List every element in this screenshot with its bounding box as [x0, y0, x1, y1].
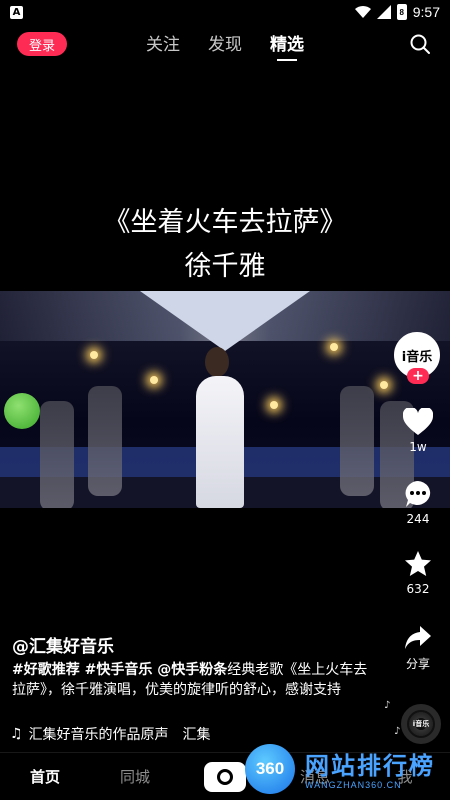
- status-time: 9:57: [412, 4, 440, 20]
- battery-icon: 8: [396, 4, 407, 20]
- tab-follow[interactable]: 关注: [146, 30, 180, 61]
- music-row[interactable]: ♫ 汇集好音乐的作品原声 汇集: [10, 724, 211, 744]
- backup-dancer: [88, 386, 122, 496]
- comment-icon: [405, 481, 431, 507]
- share-label: 分享: [405, 657, 430, 671]
- music-disc[interactable]: i音乐: [401, 704, 441, 744]
- notification-icon: A: [10, 5, 23, 19]
- video-subtitle: 徐千雅: [184, 251, 266, 282]
- top-nav: 登录 关注 发现 精选: [0, 24, 450, 64]
- search-icon[interactable]: [408, 32, 432, 56]
- stage-light: [140, 291, 310, 351]
- tab-featured[interactable]: 精选: [270, 30, 304, 61]
- feed-tabs: 关注 发现 精选: [0, 30, 450, 61]
- video-player[interactable]: [0, 291, 450, 508]
- music-title: 汇集好音乐的作品原声 汇集: [28, 727, 211, 743]
- camera-button[interactable]: [204, 761, 246, 792]
- comment-button[interactable]: 244: [386, 480, 450, 526]
- stage-spotlight: [90, 351, 98, 359]
- backup-dancer: [340, 386, 374, 496]
- backup-dancer: [40, 401, 74, 508]
- watermark-site-url: WANGZHAN360.CN: [305, 780, 402, 790]
- follow-button[interactable]: +: [407, 368, 429, 384]
- comment-count: 244: [406, 512, 430, 526]
- signal-icon: [376, 5, 391, 19]
- watermark-logo: 360: [245, 744, 295, 794]
- star-icon: [405, 551, 431, 576]
- nav-nearby[interactable]: 同城: [90, 766, 180, 787]
- video-title: 《坐着火车去拉萨》: [103, 207, 347, 238]
- floating-note-icon: ♪: [394, 726, 401, 737]
- stage-spotlight: [150, 376, 158, 384]
- post-description: #好歌推荐 #快手音乐 @快手粉条经典老歌《坐上火车去拉萨》，徐千雅演唱，优美的…: [12, 660, 372, 700]
- watermark-site-name: 网站排行榜: [305, 752, 435, 780]
- floating-note-icon: ♪: [384, 700, 391, 711]
- camera-icon: [217, 768, 233, 785]
- wifi-icon: [354, 5, 371, 19]
- green-ball: [4, 393, 40, 429]
- share-icon: [405, 626, 431, 649]
- like-count: 1w: [409, 440, 427, 454]
- status-bar: A 8 9:57: [0, 0, 450, 24]
- stage-spotlight: [330, 343, 338, 351]
- post-tags[interactable]: #好歌推荐 #快手音乐 @快手粉条: [12, 662, 227, 678]
- favorite-button[interactable]: 632: [386, 550, 450, 596]
- stage-spotlight: [270, 401, 278, 409]
- heart-icon: [403, 408, 433, 435]
- music-note-icon: ♫: [10, 726, 23, 742]
- singer-head: [205, 347, 229, 377]
- nav-home[interactable]: 首页: [0, 766, 90, 787]
- singer: [196, 376, 244, 508]
- like-button[interactable]: 1w: [386, 408, 450, 454]
- tab-discover[interactable]: 发现: [208, 30, 242, 61]
- site-watermark: 360 网站排行榜 WANGZHAN360.CN: [245, 740, 450, 800]
- stage-spotlight: [380, 381, 388, 389]
- share-button[interactable]: 分享: [386, 625, 450, 672]
- author-name[interactable]: @汇集好音乐: [12, 632, 114, 657]
- favorite-count: 632: [406, 582, 430, 596]
